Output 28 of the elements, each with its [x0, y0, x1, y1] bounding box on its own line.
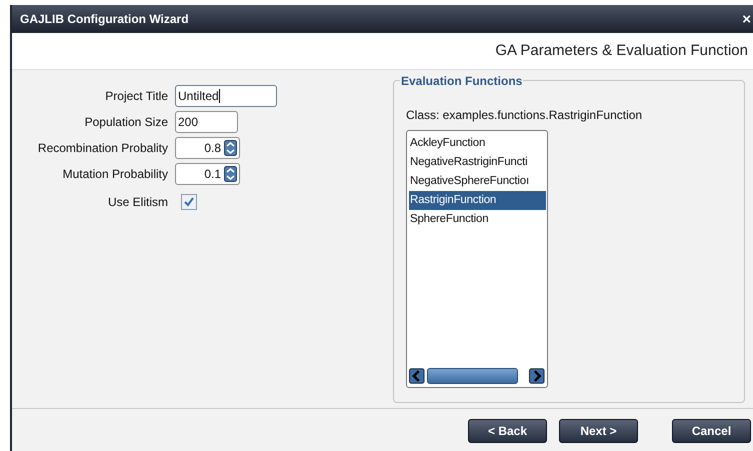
- text-field[interactable]: Untilted: [175, 85, 277, 107]
- wizard-button[interactable]: Cancel: [672, 418, 751, 442]
- scroll-right-icon[interactable]: [529, 368, 545, 384]
- spinner-field[interactable]: 0.8: [175, 137, 240, 159]
- field-label: Mutation Probability: [62, 166, 169, 183]
- list-item[interactable]: RastriginFunction: [409, 191, 546, 210]
- text-field[interactable]: 200: [175, 111, 238, 133]
- list-item[interactable]: AckleyFunction: [409, 134, 546, 153]
- list-item[interactable]: NegativeSphereFunctioı: [409, 172, 546, 191]
- field-label: Project Title: [104, 88, 169, 105]
- list-item[interactable]: NegativeRastriginFuncti: [409, 153, 546, 172]
- class-label: Class: examples.functions.RastriginFunction: [406, 107, 644, 124]
- scroll-left-icon[interactable]: [409, 368, 425, 384]
- spinner-field[interactable]: 0.1: [175, 163, 240, 185]
- scroll-thumb[interactable]: [426, 368, 518, 384]
- close-button[interactable]: ×: [742, 12, 751, 26]
- window-title: GAJLIB Configuration Wizard: [20, 11, 189, 28]
- wizard-button[interactable]: < Back: [468, 418, 547, 442]
- spinner-arrows-icon[interactable]: [224, 166, 237, 182]
- checkbox[interactable]: [181, 194, 197, 210]
- list-item[interactable]: SphereFunction: [409, 210, 546, 229]
- field-label: Recombination Probality: [36, 140, 169, 157]
- horizontal-scrollbar[interactable]: [407, 367, 547, 387]
- wizard-button[interactable]: Next >: [559, 418, 638, 442]
- field-label: Use Elitism: [106, 194, 169, 211]
- spinner-arrows-icon[interactable]: [224, 140, 237, 156]
- page-title: GA Parameters & Evaluation Function: [495, 40, 749, 61]
- field-label: Population Size: [84, 114, 169, 131]
